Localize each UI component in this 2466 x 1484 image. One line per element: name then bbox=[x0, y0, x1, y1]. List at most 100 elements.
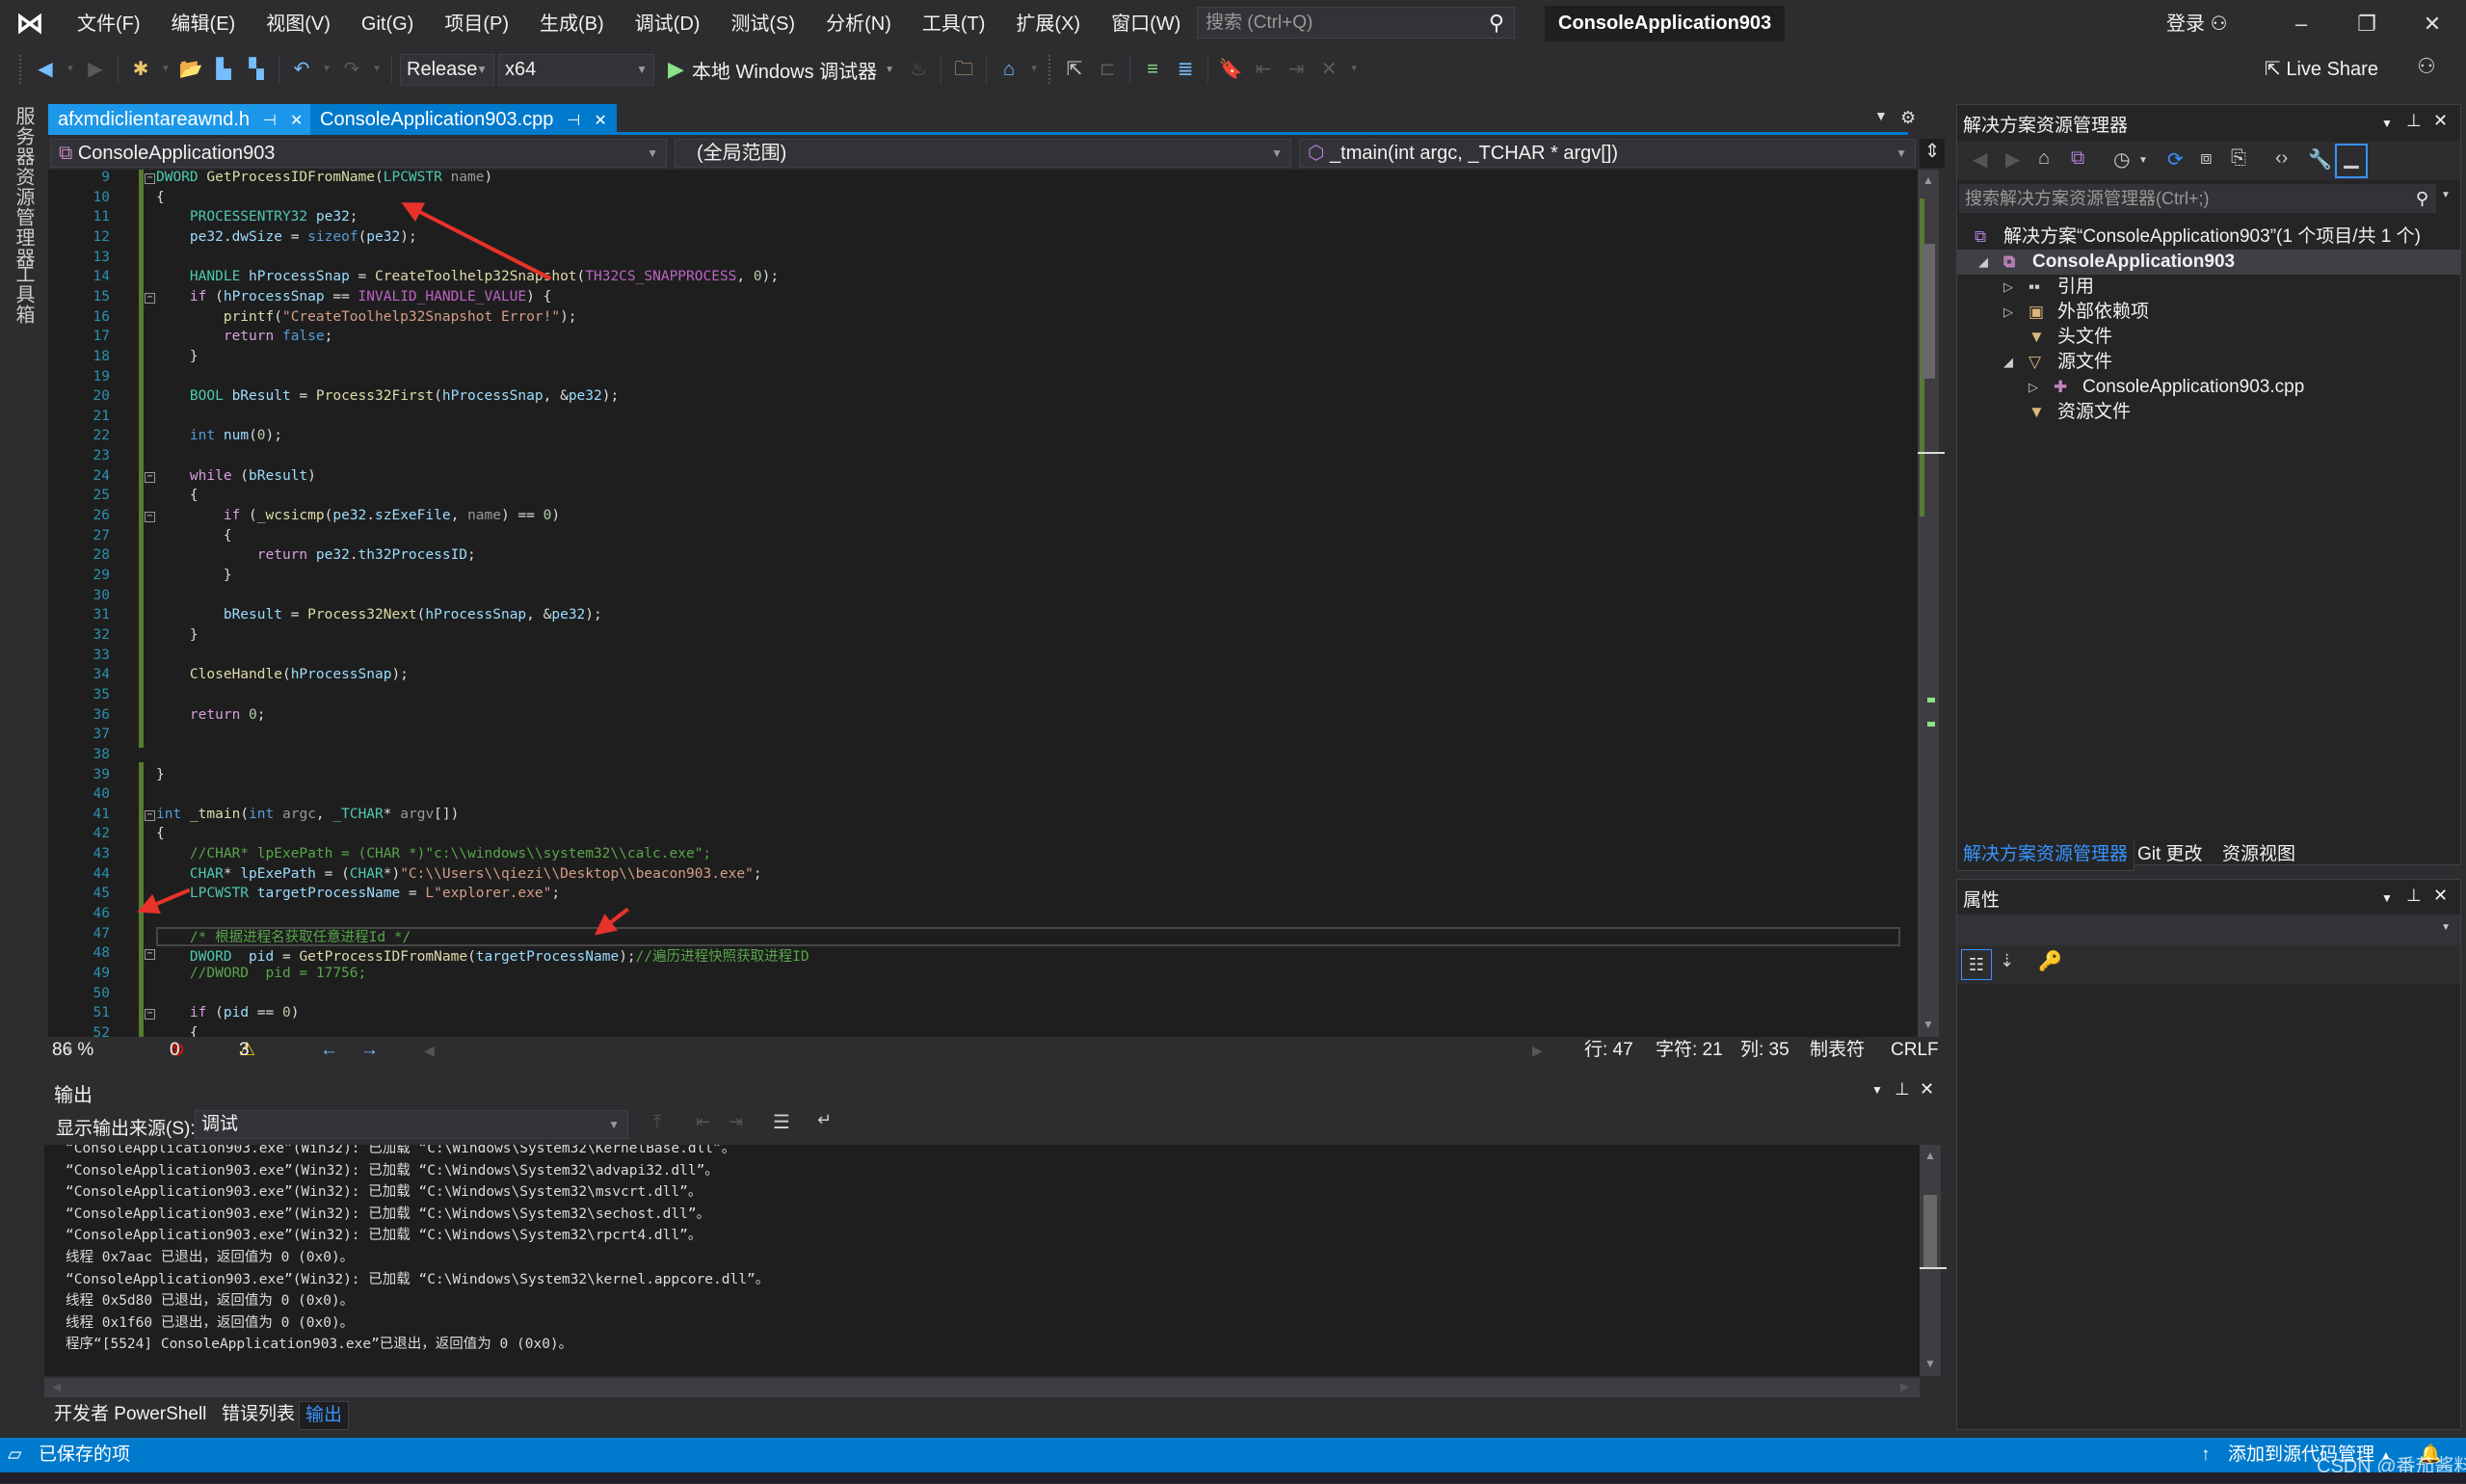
code-line[interactable]: PROCESSENTRY32 pe32; bbox=[156, 209, 358, 225]
scroll-thumb[interactable] bbox=[1923, 1195, 1937, 1268]
panel-menu-icon[interactable]: ▼ bbox=[2381, 117, 2393, 130]
fold-toggle-icon[interactable]: − bbox=[145, 512, 155, 523]
code-line[interactable]: DWORD pid = GetProcessIDFromName(targetP… bbox=[156, 945, 809, 966]
code-line[interactable]: pe32.dwSize = sizeof(pe32); bbox=[156, 229, 417, 245]
tree-item[interactable]: ◢ ⧉ ConsoleApplication903 bbox=[1957, 250, 2460, 275]
switch-views-icon[interactable]: ⧉ bbox=[2071, 147, 2084, 170]
code-line[interactable]: LPCWSTR targetProcessName = L"explorer.e… bbox=[156, 886, 560, 901]
code-line[interactable]: } bbox=[156, 767, 165, 782]
code-line[interactable]: return 0; bbox=[156, 707, 266, 723]
scroll-up-icon[interactable]: ▲ bbox=[1922, 173, 1934, 187]
tab-output[interactable]: 输出 bbox=[299, 1401, 350, 1430]
panel-menu-icon[interactable]: ▼ bbox=[1871, 1083, 1883, 1097]
menu-item[interactable]: 生成(B) bbox=[524, 0, 620, 48]
scroll-up-icon[interactable]: ▲ bbox=[1924, 1149, 1936, 1162]
tree-item[interactable]: ▼ 资源文件 bbox=[1957, 400, 2460, 425]
step-into-specific-icon[interactable]: ⊏ bbox=[1093, 55, 1122, 84]
find-in-files-icon[interactable]: 🗀 bbox=[949, 55, 978, 84]
search-input[interactable]: 搜索 (Ctrl+Q) ⚲ bbox=[1197, 7, 1515, 39]
doc-tab-afxmdiclientareawnd[interactable]: afxmdiclientareawnd.h ⊣ ✕ bbox=[48, 104, 313, 135]
code-editor[interactable]: 9 10 11 12 13 14 15 16 17 18 19 20 21 22 23 24 25 26 27 28 2… bbox=[48, 170, 1918, 1037]
home-icon[interactable]: ⌂ bbox=[2038, 147, 2050, 170]
fold-toggle-icon[interactable]: − bbox=[145, 949, 155, 961]
new-item-dropdown-icon[interactable]: ▼ bbox=[159, 55, 172, 84]
code-line[interactable]: return pe32.th32ProcessID; bbox=[156, 547, 476, 563]
show-all-files-icon[interactable]: ⎘ bbox=[2231, 147, 2246, 170]
tree-item[interactable]: ▼ 头文件 bbox=[1957, 325, 2460, 350]
tree-item[interactable]: ⧉ 解决方案“ConsoleApplication903”(1 个项目/共 1 个… bbox=[1957, 225, 2460, 250]
toolbar-grip[interactable] bbox=[19, 55, 23, 84]
output-source-dropdown[interactable]: 调试 ▼ bbox=[195, 1110, 628, 1139]
back-icon[interactable]: ◀ bbox=[1973, 147, 1987, 172]
navigate-forward-icon[interactable]: ▶ bbox=[81, 55, 110, 84]
prev-message-icon[interactable]: ⇤ bbox=[696, 1112, 710, 1132]
menu-item[interactable]: Git(G) bbox=[346, 0, 429, 48]
output-vertical-scrollbar[interactable]: ▲ ▼ bbox=[1920, 1145, 1947, 1376]
menu-item[interactable]: 扩展(X) bbox=[1000, 0, 1096, 48]
code-line[interactable]: //CHAR* lpExePath = (CHAR *)"c:\\windows… bbox=[156, 846, 711, 861]
scroll-right-icon[interactable]: ▶ bbox=[1532, 1037, 1543, 1064]
expanded-icon[interactable]: ◢ bbox=[1978, 250, 1988, 275]
pending-changes-filter-icon[interactable]: ◷ bbox=[2113, 147, 2130, 172]
alphabetical-icon[interactable]: ⇣ bbox=[2000, 951, 2014, 971]
line-ending-indicator[interactable]: CRLF bbox=[1891, 1037, 1939, 1064]
code-line[interactable]: CloseHandle(hProcessSnap); bbox=[156, 667, 409, 682]
code-line[interactable]: { bbox=[156, 528, 232, 543]
menu-item[interactable]: 编辑(E) bbox=[156, 0, 252, 48]
code-line[interactable]: while (bResult) bbox=[156, 468, 316, 484]
overflow-icon[interactable]: ▼ bbox=[1347, 55, 1361, 84]
feedback-icon[interactable]: ⚇ bbox=[2417, 54, 2436, 79]
properties-object-dropdown[interactable]: ▼ bbox=[1957, 914, 2460, 945]
doc-tab-consoleapplication903-cpp[interactable]: ConsoleApplication903.cpp ⊣ ✕ bbox=[310, 104, 617, 135]
tree-item[interactable]: ◢ ▽ 源文件 bbox=[1957, 350, 2460, 375]
code-line[interactable]: if (pid == 0) bbox=[156, 1005, 300, 1020]
navigate-back-icon[interactable]: ◀ bbox=[31, 55, 60, 84]
code-line[interactable]: int _tmain(int argc, _TCHAR* argv[]) bbox=[156, 807, 459, 822]
search-options-icon[interactable]: ▼ bbox=[2441, 190, 2451, 200]
code-line[interactable]: if (_wcsicmp(pe32.szExeFile, name) == 0) bbox=[156, 508, 560, 523]
tree-item[interactable]: ▷ ✚ ConsoleApplication903.cpp bbox=[1957, 375, 2460, 400]
tree-item[interactable]: ▷ ▪▪ 引用 bbox=[1957, 275, 2460, 300]
configuration-dropdown[interactable]: Release ▼ bbox=[400, 53, 494, 86]
code-line[interactable]: } bbox=[156, 349, 199, 364]
pin-icon[interactable]: ⊣ bbox=[263, 113, 277, 129]
panel-menu-icon[interactable]: ▼ bbox=[2381, 891, 2393, 905]
output-text[interactable]: “ConsoleApplication903.exe”(Win32): 已加载 … bbox=[44, 1145, 1923, 1376]
forward-icon[interactable]: ▶ bbox=[2005, 147, 2020, 172]
tab-error-list[interactable]: 错误列表 bbox=[216, 1401, 301, 1430]
scroll-thumb[interactable] bbox=[1922, 244, 1935, 379]
line-indicator[interactable]: 行: 47 bbox=[1584, 1037, 1633, 1064]
live-share-button[interactable]: ⇱ Live Share bbox=[2265, 48, 2378, 91]
member-dropdown[interactable]: ⬡ _tmain(int argc, _TCHAR * argv[]) ▼ bbox=[1299, 139, 1916, 168]
find-message-in-code-icon[interactable]: ⤒ bbox=[653, 1112, 661, 1132]
menu-item[interactable]: 分析(N) bbox=[810, 0, 907, 48]
editor-vertical-scrollbar[interactable]: ▲ ▼ bbox=[1918, 170, 1945, 1037]
sync-icon[interactable]: ⟳ bbox=[2167, 147, 2184, 172]
column-indicator[interactable]: 列: 35 bbox=[1740, 1037, 1790, 1064]
collapsed-icon[interactable]: ▷ bbox=[2028, 375, 2038, 400]
code-line[interactable]: DWORD GetProcessIDFromName(LPCWSTR name) bbox=[156, 170, 492, 185]
close-icon[interactable]: ✕ bbox=[1920, 1079, 1934, 1100]
scroll-left-icon[interactable]: ◀ bbox=[424, 1037, 435, 1064]
scroll-left-icon[interactable]: ◀ bbox=[52, 1380, 61, 1393]
char-indicator[interactable]: 字符: 21 bbox=[1656, 1037, 1723, 1064]
platform-dropdown[interactable]: x64 ▼ bbox=[498, 53, 654, 86]
server-explorer-tab[interactable]: 服务器资源管理器 bbox=[10, 106, 38, 268]
code-line[interactable]: { bbox=[156, 488, 199, 503]
open-file-icon[interactable]: 📂 bbox=[176, 55, 205, 84]
code-line[interactable]: //DWORD pid = 17756; bbox=[156, 966, 366, 981]
uncomment-lines-icon[interactable]: ≣ bbox=[1171, 55, 1200, 84]
fold-toggle-icon[interactable]: − bbox=[145, 173, 155, 184]
code-line[interactable]: return false; bbox=[156, 329, 333, 344]
code-line[interactable]: bResult = Process32Next(hProcessSnap, &p… bbox=[156, 607, 602, 623]
menu-item[interactable]: 测试(S) bbox=[715, 0, 810, 48]
code-line[interactable]: if (hProcessSnap == INVALID_HANDLE_VALUE… bbox=[156, 289, 551, 305]
menu-item[interactable]: 调试(D) bbox=[620, 0, 716, 48]
solution-explorer-search[interactable]: 搜索解决方案资源管理器(Ctrl+;) ⚲ bbox=[1959, 184, 2436, 213]
tab-git-changes[interactable]: Git 更改 bbox=[2132, 838, 2209, 871]
pin-icon[interactable]: ⊥ bbox=[2406, 111, 2422, 131]
split-editor-icon[interactable]: ⇕ bbox=[1920, 139, 1945, 168]
new-item-icon[interactable]: ✱ bbox=[126, 55, 155, 84]
hot-reload-icon[interactable]: ♨ bbox=[904, 55, 933, 84]
minimize-button[interactable]: – bbox=[2272, 0, 2330, 48]
